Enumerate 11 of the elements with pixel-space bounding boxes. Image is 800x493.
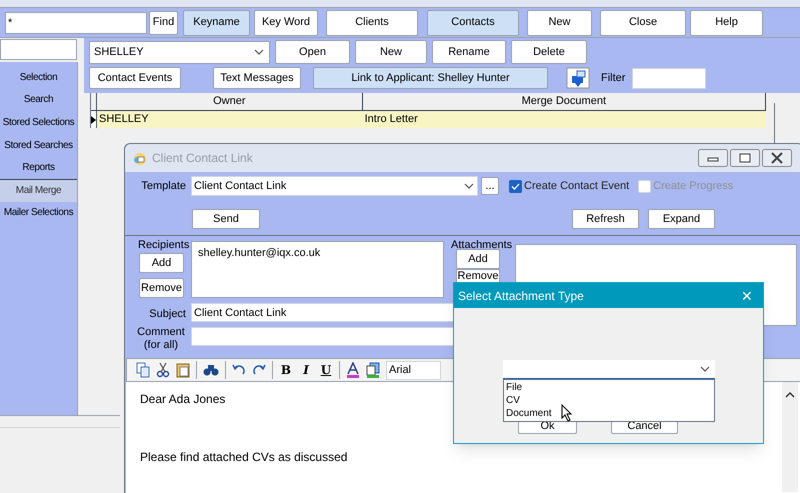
template-label: Template bbox=[140, 178, 186, 194]
window-title: Client Contact Link bbox=[152, 150, 253, 167]
recipients-label: Recipients bbox=[138, 238, 190, 253]
dialog-title: Select Attachment Type bbox=[458, 288, 584, 304]
table-cell-text: Intro Letter bbox=[364, 112, 419, 128]
subject-label: Subject bbox=[148, 307, 186, 322]
body-text: Dear Ada Jones bbox=[140, 391, 226, 408]
comment-label: Comment (for all) bbox=[136, 326, 186, 352]
filter-label: Filter bbox=[601, 70, 626, 86]
body-text: Please find attached CVs as discussed bbox=[140, 449, 348, 466]
table-cell-text: SHELLEY bbox=[98, 112, 150, 128]
